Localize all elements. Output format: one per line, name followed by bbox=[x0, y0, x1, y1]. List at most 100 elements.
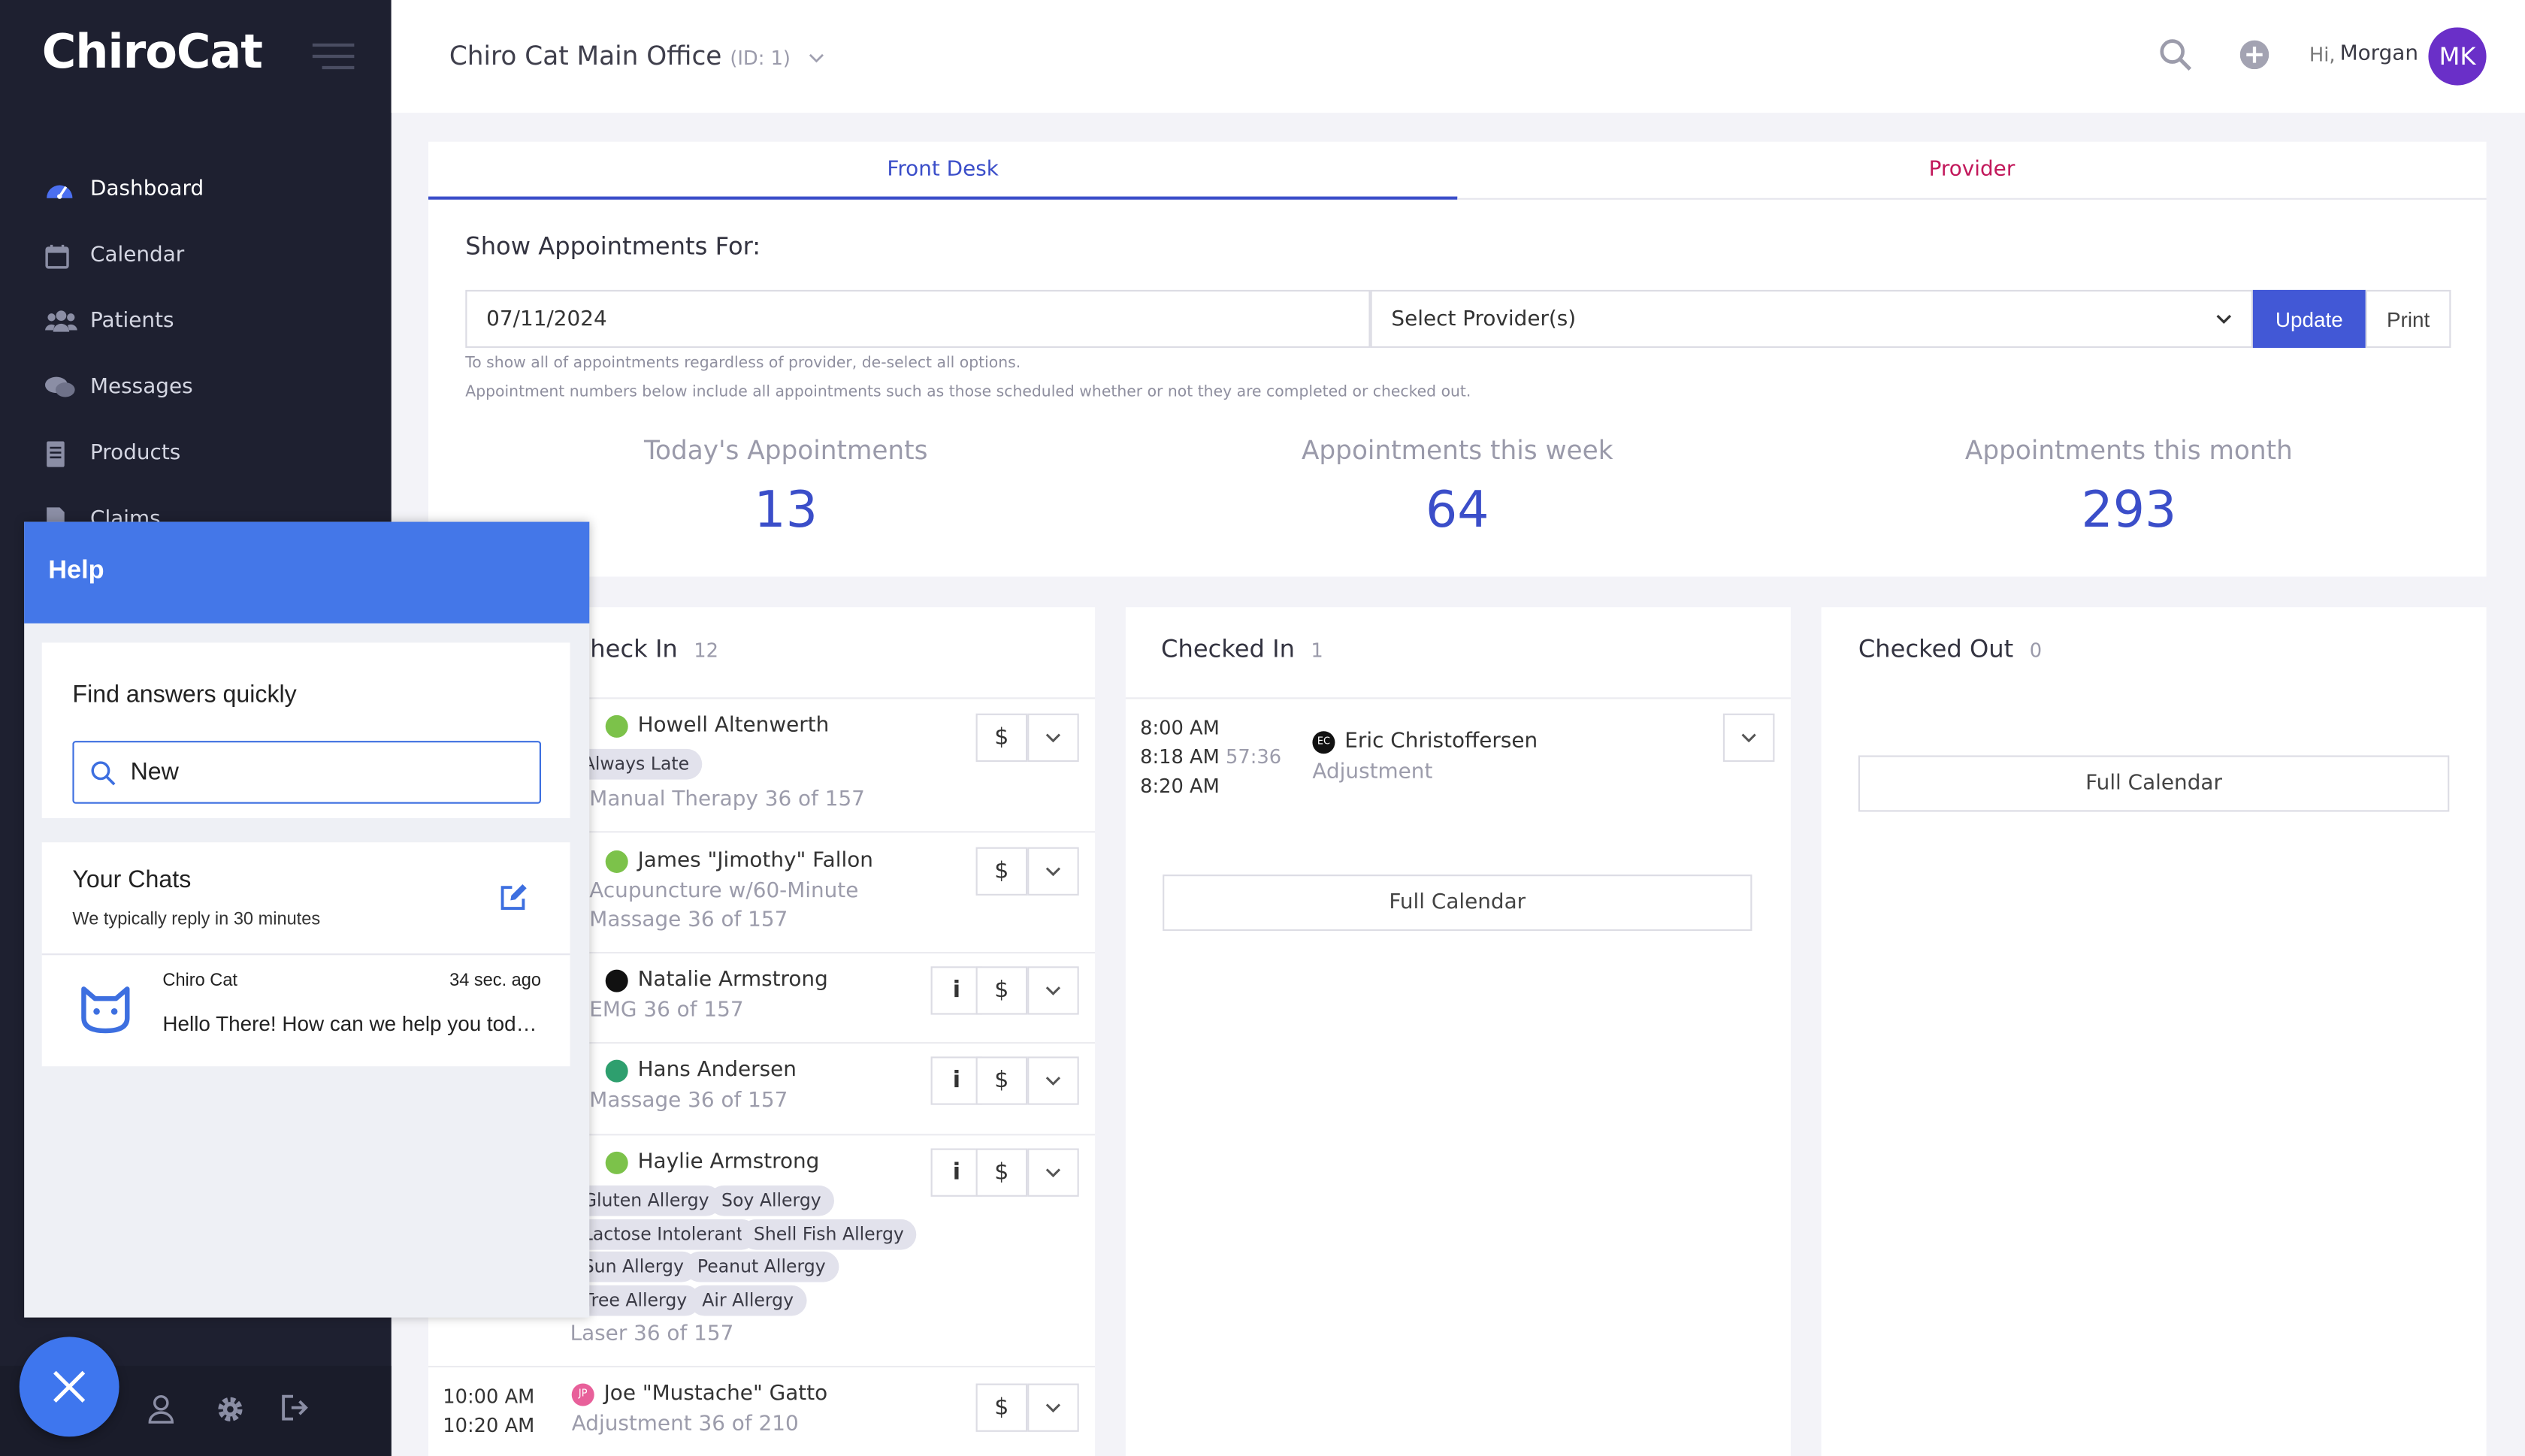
row-menu-button[interactable] bbox=[1027, 713, 1079, 763]
chevron-down-icon bbox=[809, 53, 824, 62]
sidebar-item-patients[interactable]: Patients bbox=[0, 288, 392, 355]
divider bbox=[1125, 697, 1791, 699]
row-menu-button[interactable] bbox=[1027, 1148, 1079, 1197]
sidebar-item-products[interactable]: Products bbox=[0, 421, 392, 487]
patient-name[interactable]: EC Eric Christoffersen bbox=[1312, 730, 1538, 754]
filter-title: Show Appointments For: bbox=[465, 231, 761, 261]
view-tabs: Front Desk Provider bbox=[428, 141, 2487, 200]
row-menu-button[interactable] bbox=[1027, 847, 1079, 896]
stat-month: Appointments this month 293 bbox=[1791, 435, 2467, 539]
office-selector[interactable]: Chiro Cat Main Office (ID: 1) bbox=[449, 41, 824, 71]
row-menu-button[interactable] bbox=[1027, 1383, 1079, 1432]
help-search-input[interactable] bbox=[130, 758, 485, 787]
help-search-title: Find answers quickly bbox=[72, 681, 297, 709]
provider-select-label: Select Provider(s) bbox=[1391, 307, 1577, 331]
patient-name-text: James "Jimothy" Fallon bbox=[637, 848, 873, 873]
info-button[interactable]: i bbox=[930, 966, 983, 1015]
chevron-down-icon bbox=[1045, 1403, 1061, 1413]
chevron-down-icon bbox=[1045, 733, 1061, 743]
billing-button[interactable]: $ bbox=[975, 847, 1028, 896]
row-menu-button[interactable] bbox=[1027, 966, 1079, 1015]
help-close-button[interactable] bbox=[19, 1337, 119, 1437]
sidebar-item-dashboard[interactable]: Dashboard bbox=[0, 156, 392, 222]
patient-tag: Air Allergy bbox=[689, 1285, 807, 1316]
appointment-row[interactable]: 10:00 AM 10:20 AM JP Joe "Mustache" Gatto… bbox=[428, 1367, 1095, 1456]
chevron-down-icon bbox=[1045, 1168, 1061, 1178]
full-calendar-button[interactable]: Full Calendar bbox=[1163, 875, 1752, 932]
billing-button[interactable]: $ bbox=[975, 1056, 1028, 1105]
patient-tag: Gluten Allergy bbox=[570, 1185, 722, 1216]
users-icon bbox=[45, 310, 90, 334]
patient-initials: JP bbox=[571, 1382, 594, 1406]
filter-hint: Appointment numbers below include all ap… bbox=[465, 383, 1471, 401]
print-button[interactable]: Print bbox=[2365, 289, 2451, 349]
patient-tag: Lactose Intolerant bbox=[570, 1219, 757, 1250]
row-menu-button[interactable] bbox=[1027, 1056, 1079, 1105]
search-icon[interactable] bbox=[2160, 38, 2192, 71]
patient-name-text: Joe "Mustache" Gatto bbox=[603, 1382, 828, 1406]
billing-button[interactable]: $ bbox=[975, 1383, 1028, 1432]
billing-button[interactable]: $ bbox=[975, 966, 1028, 1015]
chat-timestamp: 34 sec. ago bbox=[449, 971, 541, 991]
service-label: Manual Therapy 36 of 157 bbox=[589, 787, 865, 812]
brand-logo[interactable]: ChiroCat bbox=[42, 24, 263, 79]
patient-tag: Soy Allergy bbox=[708, 1185, 834, 1216]
patient-name-text: Hans Andersen bbox=[637, 1058, 797, 1083]
update-button[interactable]: Update bbox=[2252, 289, 2366, 349]
profile-icon[interactable] bbox=[148, 1394, 174, 1424]
your-chats-card: Your Chats We typically reply in 30 minu… bbox=[41, 842, 570, 1067]
patient-name[interactable]: JP Joe "Mustache" Gatto bbox=[571, 1382, 828, 1406]
logout-icon[interactable] bbox=[282, 1394, 311, 1421]
info-button[interactable]: i bbox=[930, 1056, 983, 1105]
sidebar-item-label: Patients bbox=[90, 309, 174, 334]
products-icon bbox=[45, 440, 90, 467]
sidebar-nav: Dashboard Calendar Patients Messages Pro… bbox=[0, 156, 392, 552]
help-search-box[interactable] bbox=[72, 741, 541, 804]
row-menu-button[interactable] bbox=[1722, 713, 1775, 763]
column-title-text: Checked Out bbox=[1858, 634, 2014, 664]
info-button[interactable]: i bbox=[930, 1148, 983, 1197]
cat-logo-icon bbox=[79, 986, 132, 1034]
service-label: Acupuncture w/60-Minute bbox=[589, 879, 859, 904]
avatar[interactable]: MK bbox=[2428, 27, 2487, 86]
calendar-icon bbox=[45, 243, 90, 268]
provider-select[interactable]: Select Provider(s) bbox=[1370, 289, 2253, 349]
sidebar-item-calendar[interactable]: Calendar bbox=[0, 222, 392, 288]
service-label: Adjustment 36 of 210 bbox=[571, 1412, 799, 1437]
stat-value: 293 bbox=[2081, 481, 2177, 540]
stat-value: 64 bbox=[1425, 481, 1489, 540]
hamburger-menu-icon[interactable] bbox=[312, 42, 355, 71]
patient-name[interactable]: Howell Altenwerth bbox=[605, 714, 829, 738]
full-calendar-button[interactable]: Full Calendar bbox=[1858, 755, 2450, 812]
patient-name[interactable]: Hans Andersen bbox=[605, 1058, 797, 1083]
patient-tag: Shell Fish Allergy bbox=[740, 1219, 918, 1250]
checked-out-column: Checked Out 0 Full Calendar bbox=[1821, 607, 2487, 1456]
tab-provider[interactable]: Provider bbox=[1457, 142, 2487, 200]
add-circle-icon[interactable] bbox=[2239, 40, 2269, 70]
gear-icon[interactable] bbox=[216, 1395, 245, 1424]
sidebar-item-messages[interactable]: Messages bbox=[0, 355, 392, 421]
stat-label: Today's Appointments bbox=[643, 434, 928, 466]
patient-name[interactable]: James "Jimothy" Fallon bbox=[605, 848, 873, 873]
patient-name[interactable]: Haylie Armstrong bbox=[605, 1150, 819, 1174]
close-icon bbox=[52, 1369, 87, 1404]
stat-week: Appointments this week 64 bbox=[1119, 435, 1795, 539]
greeting: Hi, bbox=[2309, 43, 2336, 66]
appointment-times: 8:00 AM 8:18 AM 57:36 8:20 AM bbox=[1140, 714, 1281, 801]
date-input[interactable] bbox=[465, 289, 1371, 349]
user-name[interactable]: Morgan bbox=[2340, 42, 2418, 66]
chat-preview: Hello There! How can we help you today? bbox=[162, 1011, 543, 1036]
new-chat-edit-icon[interactable] bbox=[499, 883, 528, 912]
service-label: Laser 36 of 157 bbox=[570, 1322, 734, 1347]
billing-button[interactable]: $ bbox=[975, 713, 1028, 763]
tab-front-desk[interactable]: Front Desk bbox=[428, 142, 1458, 200]
billing-button[interactable]: $ bbox=[975, 1148, 1028, 1197]
help-search-card: Find answers quickly bbox=[41, 642, 570, 819]
start-time: 8:00 AM bbox=[1140, 716, 1220, 740]
patient-name-text: Eric Christoffersen bbox=[1344, 730, 1538, 754]
patient-name[interactable]: Natalie Armstrong bbox=[605, 968, 828, 992]
status-dot bbox=[605, 849, 628, 872]
column-title: Checked In 1 bbox=[1161, 635, 1323, 664]
column-title-text: Checked In bbox=[1161, 634, 1295, 664]
dashboard-icon bbox=[45, 177, 90, 202]
